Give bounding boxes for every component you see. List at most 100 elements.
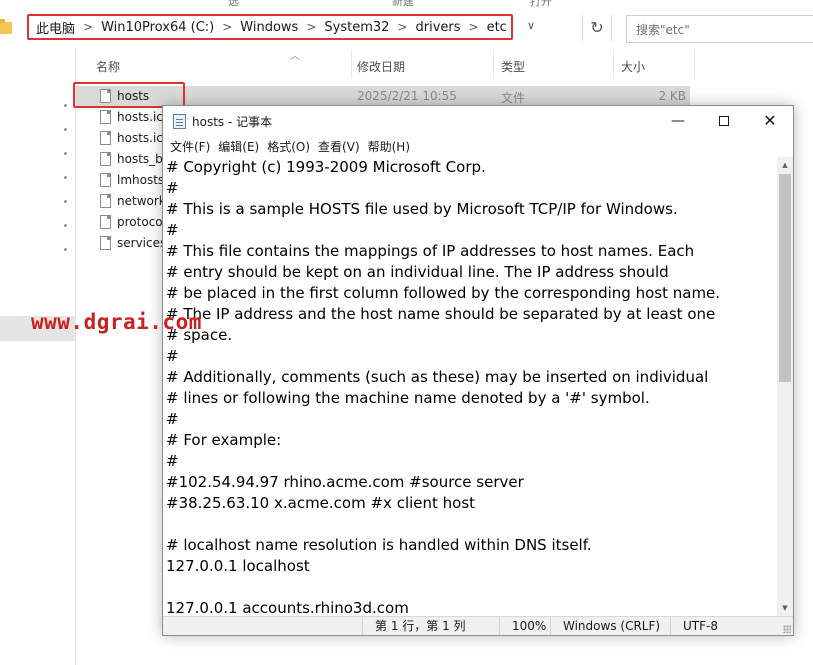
column-divider[interactable] xyxy=(694,50,695,78)
file-icon xyxy=(100,131,111,145)
breadcrumb-etc[interactable]: etc xyxy=(487,20,507,35)
file-name: services xyxy=(117,236,167,250)
file-icon xyxy=(100,173,111,187)
text-line[interactable]: # be placed in the first column followed… xyxy=(166,283,720,304)
column-divider[interactable] xyxy=(613,50,614,78)
title-bar[interactable]: hosts - 记事本 — ✕ xyxy=(163,106,793,136)
text-line[interactable]: # Additionally, comments (such as these)… xyxy=(166,367,708,388)
column-header-modified[interactable]: 修改日期 xyxy=(357,58,405,75)
status-zoom: 100% xyxy=(499,617,550,635)
chevron-right-icon[interactable]: > xyxy=(222,20,232,34)
chevron-right-icon[interactable]: > xyxy=(469,20,479,34)
file-name: network xyxy=(117,194,166,208)
status-encoding: UTF-8 xyxy=(670,617,793,635)
menu-help[interactable]: 帮助(H) xyxy=(367,136,417,156)
column-divider[interactable] xyxy=(351,50,352,78)
text-line[interactable]: # xyxy=(166,451,179,472)
ribbon-labels-strip: 选 新建 打开 xyxy=(0,0,813,8)
text-line[interactable]: # For example: xyxy=(166,430,281,451)
status-bar: 第 1 行，第 1 列 100% Windows (CRLF) UTF-8 xyxy=(163,616,793,635)
text-line[interactable]: # lines or following the machine name de… xyxy=(166,388,650,409)
file-name: protoco xyxy=(117,215,163,229)
column-header-size[interactable]: 大小 xyxy=(621,58,645,75)
menu-file[interactable]: 文件(F) xyxy=(169,136,217,156)
search-input[interactable]: 搜索"etc" xyxy=(626,15,813,43)
maximize-icon xyxy=(719,116,729,126)
text-line[interactable]: # localhost name resolution is handled w… xyxy=(166,535,592,556)
breadcrumb-windows[interactable]: Windows xyxy=(240,20,298,35)
text-editor-area[interactable]: # Copyright (c) 1993-2009 Microsoft Corp… xyxy=(163,157,777,616)
pin-icon[interactable]: • xyxy=(60,101,71,112)
file-icon xyxy=(100,152,111,166)
breadcrumb[interactable]: 此电脑 > Win10Prox64 (C:) > Windows > Syste… xyxy=(27,14,513,40)
menu-edit[interactable]: 编辑(E) xyxy=(217,136,266,156)
sort-ascending-icon: ︿ xyxy=(290,51,300,62)
text-line[interactable]: # entry should be kept on an individual … xyxy=(166,262,669,283)
scrollbar-thumb[interactable] xyxy=(779,174,791,382)
address-bar: 此电脑 > Win10Prox64 (C:) > Windows > Syste… xyxy=(0,13,813,47)
pin-icon[interactable]: • xyxy=(60,173,71,184)
resize-grip-icon[interactable] xyxy=(783,625,791,633)
pin-icon[interactable]: • xyxy=(60,245,71,256)
file-icon xyxy=(100,236,111,250)
file-size: 2 KB xyxy=(658,89,686,103)
minimize-button[interactable]: — xyxy=(655,106,701,136)
column-headers: ︿ 名称 修改日期 类型 大小 xyxy=(76,48,813,84)
watermark-text: www.dgrai.com xyxy=(31,310,202,334)
file-name: hosts.ic xyxy=(117,110,163,124)
text-line[interactable]: # xyxy=(166,346,179,367)
breadcrumb-this-pc[interactable]: 此电脑 xyxy=(36,18,75,37)
file-name: hosts.ic xyxy=(117,131,163,145)
chevron-right-icon[interactable]: > xyxy=(397,20,407,34)
refresh-button[interactable]: ↻ xyxy=(582,15,612,41)
text-line[interactable]: 127.0.0.1 accounts.rhino3d.com xyxy=(166,598,409,616)
text-line[interactable]: # This is a sample HOSTS file used by Mi… xyxy=(166,199,678,220)
text-line[interactable]: # This file contains the mappings of IP … xyxy=(166,241,694,262)
scroll-up-icon[interactable]: ▲ xyxy=(777,157,793,173)
file-icon xyxy=(100,194,111,208)
text-line[interactable]: # The IP address and the host name shoul… xyxy=(166,304,715,325)
text-line[interactable]: 127.0.0.1 localhost xyxy=(166,556,310,577)
text-line[interactable]: #38.25.63.10 x.acme.com #x client host xyxy=(166,493,475,514)
vertical-scrollbar[interactable]: ▲ ▼ xyxy=(777,157,793,616)
breadcrumb-drivers[interactable]: drivers xyxy=(415,20,460,35)
chevron-right-icon[interactable]: > xyxy=(306,20,316,34)
menu-format[interactable]: 格式(O) xyxy=(266,136,317,156)
text-line[interactable]: # xyxy=(166,220,179,241)
refresh-icon: ↻ xyxy=(590,18,604,37)
navigation-pane: • • • • • • • xyxy=(0,48,76,665)
file-name: hosts_b xyxy=(117,152,163,166)
file-name: lmhosts xyxy=(117,173,165,187)
text-line[interactable]: # xyxy=(166,178,179,199)
chevron-right-icon[interactable]: > xyxy=(83,20,93,34)
notepad-icon[interactable] xyxy=(173,114,186,129)
pin-icon[interactable]: • xyxy=(60,221,71,232)
file-type: 文件 xyxy=(501,91,526,105)
search-placeholder: 搜索"etc" xyxy=(636,22,690,37)
column-header-name[interactable]: 名称 xyxy=(96,58,120,75)
menu-view[interactable]: 查看(V) xyxy=(317,136,367,156)
status-line-ending: Windows (CRLF) xyxy=(550,617,670,635)
scroll-down-icon[interactable]: ▼ xyxy=(777,600,793,616)
close-button[interactable]: ✕ xyxy=(747,106,793,136)
file-icon xyxy=(100,215,111,229)
ribbon-label-select[interactable]: 选 xyxy=(228,0,239,8)
ribbon-label-open[interactable]: 打开 xyxy=(530,0,552,8)
menu-bar: 文件(F) 编辑(E) 格式(O) 查看(V) 帮助(H) xyxy=(163,136,793,156)
pin-icon[interactable]: • xyxy=(60,197,71,208)
pin-icon[interactable]: • xyxy=(60,125,71,136)
breadcrumb-system32[interactable]: System32 xyxy=(324,20,389,35)
ribbon-label-new[interactable]: 新建 xyxy=(392,0,414,8)
column-header-type[interactable]: 类型 xyxy=(501,58,525,75)
maximize-button[interactable] xyxy=(701,106,747,136)
text-line[interactable]: # Copyright (c) 1993-2009 Microsoft Corp… xyxy=(166,157,486,178)
status-cursor-position: 第 1 行，第 1 列 xyxy=(362,617,499,635)
text-line[interactable]: #102.54.94.97 rhino.acme.com #source ser… xyxy=(166,472,524,493)
minimize-icon: — xyxy=(671,113,685,129)
chevron-down-icon[interactable]: ∨ xyxy=(527,19,535,32)
breadcrumb-drive-c[interactable]: Win10Prox64 (C:) xyxy=(101,20,214,35)
column-divider[interactable] xyxy=(493,50,494,78)
text-line[interactable]: # xyxy=(166,409,179,430)
file-date: 2025/2/21 10:55 xyxy=(357,89,457,103)
pin-icon[interactable]: • xyxy=(60,149,71,160)
